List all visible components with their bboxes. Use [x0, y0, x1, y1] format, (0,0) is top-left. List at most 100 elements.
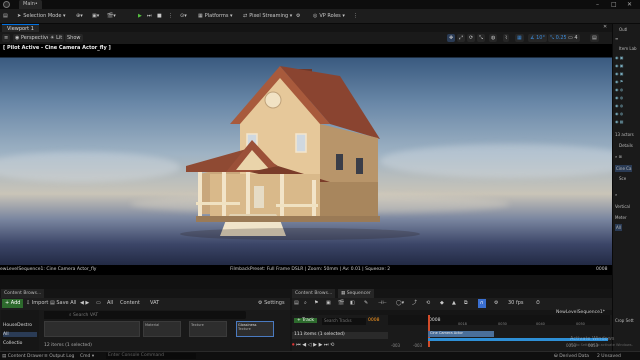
camera-icon[interactable]: ▣ [326, 299, 331, 308]
transport-controls[interactable]: ⏺ ⏮ ◀ ◁ ▶ ▶ ⏭ ⟲ [292, 342, 334, 348]
cmd-dropdown[interactable]: Cmd ▾ [80, 354, 94, 359]
asset-thumbnail-glossiness[interactable]: Glossiness Texture [236, 321, 274, 337]
save-icon[interactable]: ▤ [3, 12, 8, 21]
eye-icon[interactable]: ◉ ▣ [615, 55, 624, 60]
section-icon[interactable]: ⧉ [464, 299, 468, 308]
lit-button[interactable]: ☀ Lit [48, 34, 65, 42]
eye-icon[interactable]: ◉ ◍ [615, 95, 623, 100]
add-actor-icon[interactable]: ⊕▾ [76, 12, 83, 21]
tools-icon[interactable]: ◧ [350, 299, 355, 308]
import-button[interactable]: ⇩ Import [26, 299, 48, 308]
content-drawer-button[interactable]: ▤ Content Drawer [2, 354, 43, 359]
derived-data-button[interactable]: ⛁ Derived Data [554, 354, 589, 359]
eye-icon[interactable]: ◉ ▣ [615, 71, 624, 76]
viewport-tab[interactable]: Viewport 1 [2, 24, 39, 32]
curve-icon[interactable]: ⤴ [412, 299, 417, 308]
level-tab[interactable]: Main• [19, 0, 42, 9]
close-viewport-icon[interactable]: ✕ [603, 24, 607, 30]
all-filter[interactable]: All [615, 224, 622, 231]
step-icon[interactable]: ⏭ [147, 12, 152, 21]
rotate-tool-icon[interactable]: ⟳ [467, 34, 476, 42]
show-button[interactable]: Show [65, 34, 83, 42]
asset-thumbnail[interactable]: Texture [189, 321, 227, 337]
path-vat[interactable]: VAT [150, 299, 159, 308]
trim-icon[interactable]: ⊣⊢ [378, 299, 387, 308]
nav-back-icon[interactable]: ◀ ▶ [80, 299, 89, 308]
platforms-button[interactable]: ▦ Platforms ▾ [198, 12, 233, 21]
eye-icon[interactable]: ◉ ◍ [615, 103, 623, 108]
pixel-streaming-button[interactable]: ⇄ Pixel Streaming ▾ [243, 12, 292, 21]
actor-icon[interactable]: ⚑ [314, 299, 318, 308]
content-browser-tab-2[interactable]: Content Brows... [292, 289, 336, 298]
start-range[interactable]: -003 [413, 343, 422, 348]
content-browser-tab[interactable]: Content Brows... [1, 289, 45, 298]
all-folder[interactable]: All [3, 332, 37, 337]
folder-icon[interactable]: ▭ [96, 299, 101, 308]
outliner-menu-icon[interactable]: ≡ [615, 36, 618, 41]
scene-component[interactable]: Sce [619, 176, 626, 181]
cine-camera-row[interactable]: Cine Ca [615, 165, 633, 172]
record-icon[interactable]: ⏺ [292, 342, 295, 348]
stop-icon[interactable]: ■ [157, 12, 162, 21]
auto-key-icon[interactable]: ⚙ [494, 299, 498, 308]
cinematics-icon[interactable]: 🎬▾ [107, 12, 116, 21]
eye-icon[interactable]: ◉ ◍ [615, 87, 623, 92]
launch-icon[interactable]: ⊙▾ [180, 12, 187, 21]
close-icon[interactable]: ✕ [627, 1, 632, 8]
select-tool-icon[interactable]: ⤢ [457, 34, 466, 42]
render-icon[interactable]: 🎬 [338, 299, 344, 308]
perspective-button[interactable]: ◉ Perspective [13, 34, 52, 42]
sequencer-tab[interactable]: ▦ Sequencer [338, 289, 374, 298]
content-search-input[interactable]: ⌕ Search VAT [66, 311, 246, 319]
viewport-layout-icon[interactable]: ▤ [590, 34, 599, 42]
scale-tool-icon[interactable]: ⤡ [477, 34, 486, 42]
path-content[interactable]: Content [120, 299, 140, 308]
outliner-tab[interactable]: Outl [619, 27, 627, 32]
loop-icon[interactable]: ⟲ [426, 299, 430, 308]
asset-thumbnail[interactable]: Material [143, 321, 181, 337]
play-reverse-icon[interactable]: ◁ [308, 342, 312, 348]
play-options-icon[interactable]: ⋮ [168, 12, 173, 21]
camera-track-section[interactable]: Cine Camera Actor [428, 331, 494, 337]
viewport-menu-icon[interactable]: ≡ [2, 34, 11, 42]
asset-thumbnail[interactable] [44, 321, 140, 337]
find-icon[interactable]: ⌕ [304, 299, 307, 308]
rotation-snap-icon[interactable]: ∡ 10° [528, 34, 547, 42]
surface-snap-icon[interactable]: ⌇ [503, 34, 510, 42]
jump-end-icon[interactable]: ⏭ [324, 342, 329, 348]
camera-speed-icon[interactable]: ▭ 4 [566, 34, 580, 42]
selection-mode-button[interactable]: ➤ Selection Mode ▾ [17, 12, 66, 21]
start-frame[interactable]: -003 [391, 343, 400, 348]
step-back-icon[interactable]: ◀ [302, 342, 306, 348]
path-all[interactable]: All [107, 299, 113, 308]
more-icon[interactable]: ⋮ [353, 12, 358, 21]
time-icon[interactable]: ⏱ [536, 299, 540, 308]
meter-field[interactable]: Meter [615, 215, 627, 220]
settings-icon[interactable]: ⚙ [296, 12, 300, 21]
blueprint-icon[interactable]: ▣▾ [92, 12, 99, 21]
collections-header[interactable]: Collectio [3, 341, 22, 346]
eye-icon[interactable]: ◉ ▣ [615, 63, 624, 68]
grid-snap-icon[interactable]: ▦ [515, 34, 524, 42]
keyframe-icon[interactable]: ✎ [364, 299, 368, 308]
fps-dropdown[interactable]: 30 fps [508, 299, 524, 308]
house-folder[interactable]: HouseDestro [3, 323, 32, 328]
minimize-icon[interactable]: – [596, 1, 599, 8]
current-frame[interactable]: 0008 [368, 318, 379, 323]
output-log-button[interactable]: ≡ Output Log [44, 354, 74, 359]
playback-options-icon[interactable]: ◯▾ [396, 299, 404, 308]
add-button[interactable]: + Add [2, 299, 24, 308]
eye-icon[interactable]: ◉ ◍ [615, 111, 623, 116]
details-search-icon[interactable]: ⌕ ⊞ [615, 154, 622, 159]
maximize-icon[interactable]: □ [611, 1, 617, 8]
marker-icon[interactable]: ◆ [440, 299, 444, 308]
eye-icon[interactable]: ◉ ▦ [615, 119, 624, 124]
play-button[interactable]: ▶ [138, 12, 142, 21]
save-all-button[interactable]: ▤ Save All [50, 299, 76, 308]
step-forward-icon[interactable]: ▶ [319, 342, 323, 348]
search-details-icon[interactable]: ⌕ [615, 192, 617, 197]
track-search-input[interactable]: Search Tracks [322, 318, 366, 325]
add-key-icon[interactable]: ▲ [452, 299, 456, 308]
eye-icon[interactable]: ◉ ⚑ [615, 79, 623, 84]
add-track-button[interactable]: + Track [294, 318, 317, 323]
